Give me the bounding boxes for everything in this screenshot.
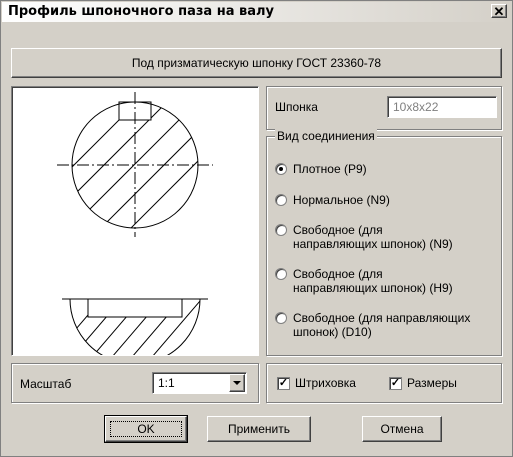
dropdown-button[interactable] <box>229 374 245 392</box>
check-icon: ✓ <box>277 376 290 390</box>
lower-section-hatch <box>70 299 200 358</box>
ok-button[interactable]: OK <box>104 415 188 443</box>
window-title: Профиль шпоночного паза на валу <box>8 4 274 19</box>
key-panel: Шпонка 10x8x22 <box>266 86 502 130</box>
options-panel: ✓ Штриховка ✓ Размеры <box>266 363 502 403</box>
radio-tight-p9[interactable]: Плотное (P9) <box>275 162 367 176</box>
lower-keyway <box>87 298 183 318</box>
hatching-label: Штриховка <box>295 376 356 390</box>
chevron-down-icon <box>233 381 241 385</box>
check-icon: ✓ <box>389 376 402 390</box>
radio-icon <box>275 268 287 280</box>
radio-label-line1: Свободное (для <box>293 267 383 281</box>
scale-value: 1:1 <box>158 376 175 390</box>
cancel-button[interactable]: Отмена <box>362 416 442 442</box>
radio-label-line2: шпонок) (D10) <box>293 325 372 339</box>
close-icon: ✕ <box>493 4 505 19</box>
radio-free-guide-h9[interactable]: Свободное (для направляющих шпонок) (H9) <box>275 267 453 295</box>
radio-icon <box>275 194 287 206</box>
header-text: Под призматическую шпонку ГОСТ 23360-78 <box>131 56 382 70</box>
radio-label-line1: Свободное (для направляющих <box>293 311 471 325</box>
radio-label: Плотное (P9) <box>293 162 367 176</box>
dimensions-checkbox[interactable]: ✓ Размеры <box>389 376 457 390</box>
radio-icon <box>275 224 287 236</box>
connection-legend: Вид соединиения <box>275 129 377 143</box>
scale-panel: Масштаб 1:1 <box>11 363 259 403</box>
shaft-profile-drawing <box>57 92 213 365</box>
radio-normal-n9[interactable]: Нормальное (N9) <box>275 193 390 207</box>
radio-label: Нормальное (N9) <box>293 193 390 207</box>
hatching-checkbox[interactable]: ✓ Штриховка <box>277 376 356 390</box>
radio-free-guide-n9[interactable]: Свободное (для направляющих шпонок) (N9) <box>275 223 453 251</box>
dialog-window: Профиль шпоночного паза на валу ✕ Под пр… <box>0 0 513 457</box>
apply-button[interactable]: Применить <box>207 416 311 442</box>
profile-preview <box>11 86 259 365</box>
key-label: Шпонка <box>275 100 318 114</box>
focus-rect <box>110 421 182 437</box>
radio-icon <box>275 163 287 175</box>
radio-label-line1: Свободное (для <box>293 223 383 237</box>
key-field[interactable]: 10x8x22 <box>387 96 497 118</box>
radio-label-line2: направляющих шпонок) (N9) <box>293 237 453 251</box>
dimensions-label: Размеры <box>407 376 457 390</box>
radio-icon <box>275 312 287 324</box>
cancel-label: Отмена <box>380 422 424 436</box>
close-button[interactable]: ✕ <box>491 4 507 19</box>
connection-type-group: Вид соединиения Плотное (P9) Нормальное … <box>266 129 502 356</box>
scale-select[interactable]: 1:1 <box>152 372 247 394</box>
scale-label: Масштаб <box>20 377 72 391</box>
title-bar[interactable]: Профиль шпоночного паза на валу ✕ <box>2 2 511 22</box>
radio-label-line2: направляющих шпонок) (H9) <box>293 281 453 295</box>
apply-label: Применить <box>227 422 290 436</box>
header-panel: Под призматическую шпонку ГОСТ 23360-78 <box>11 48 502 78</box>
radio-free-guide-d10[interactable]: Свободное (для направляющих шпонок) (D10… <box>275 311 470 339</box>
